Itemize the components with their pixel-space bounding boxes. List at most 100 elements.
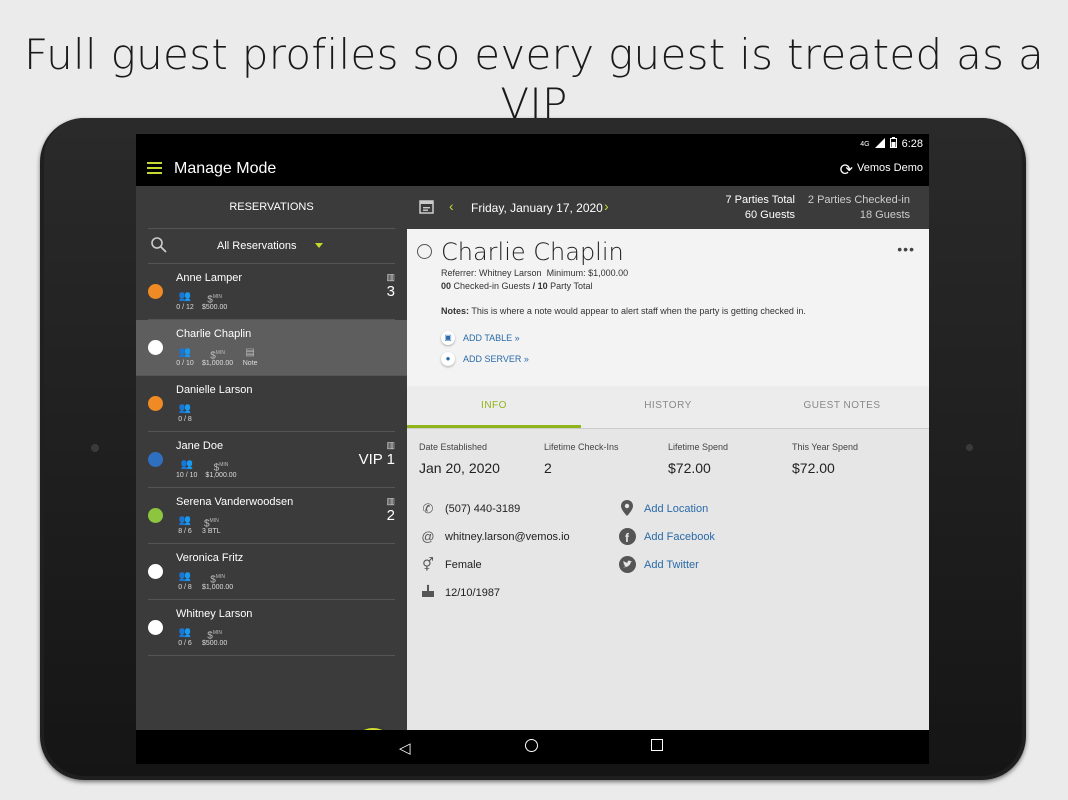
gender-icon: ⚥ — [422, 557, 434, 572]
add-location-label[interactable]: Add Location — [644, 503, 708, 515]
min-label: MIN — [209, 518, 219, 524]
guest-count: 0 / 8 — [178, 416, 192, 423]
profile-tabs: INFO HISTORY GUEST NOTES — [407, 386, 929, 429]
tab-info[interactable]: INFO — [407, 386, 581, 428]
dollar-icon: $MIN — [207, 294, 223, 306]
add-location-link[interactable]: Add Location — [618, 500, 708, 518]
reservation-meta: 👥 0 / 10 $MIN $1,000.00 ▤ Note — [176, 346, 259, 367]
phone-icon: ✆ — [422, 501, 434, 516]
battery-icon — [889, 137, 897, 151]
reservation-item[interactable]: Anne Lamper 👥 0 / 12 $MIN $500.00 ▥ 3 — [148, 264, 395, 320]
network-label: 4G — [860, 140, 870, 148]
device-screen: 4G 6:28 Manage Mode ⟳ Vemos Demo RESERVA… — [136, 134, 929, 764]
note-label: Note — [242, 360, 258, 367]
guests-icon: 👥 — [178, 571, 192, 582]
stat-value: $72.00 — [668, 460, 711, 476]
table-number: 2 — [386, 507, 395, 524]
add-twitter-label[interactable]: Add Twitter — [644, 559, 699, 571]
server-icon: ● — [441, 352, 455, 366]
status-dot — [148, 620, 163, 635]
refresh-icon[interactable]: ⟳ — [840, 160, 853, 180]
add-server-link[interactable]: ● ADD SERVER » — [441, 352, 529, 366]
chevron-down-icon[interactable] — [315, 243, 323, 248]
stat-value: 2 — [544, 460, 552, 476]
reservation-filter[interactable]: All Reservations — [148, 229, 395, 264]
stat-year-spend: This Year Spend $72.00 — [792, 442, 858, 476]
table-number: 3 — [386, 283, 395, 300]
reservation-meta: 👥 10 / 10 $MIN $1,000.00 — [176, 458, 237, 479]
party-total-count: 10 — [537, 281, 548, 291]
reservation-list: Anne Lamper 👥 0 / 12 $MIN $500.00 ▥ 3 Charlie C… — [136, 264, 407, 656]
tab-history[interactable]: HISTORY — [581, 386, 755, 428]
filter-label[interactable]: All Reservations — [217, 240, 296, 252]
email-value[interactable]: whitney.larson@vemos.io — [445, 531, 570, 543]
account-name[interactable]: Vemos Demo — [857, 162, 923, 174]
search-icon[interactable] — [150, 236, 168, 254]
tablet-sensor-right — [966, 444, 973, 451]
reservation-meta: 👥 0 / 8 — [176, 402, 194, 423]
checked-in-count: 00 — [441, 281, 452, 291]
reservation-name: Whitney Larson — [176, 608, 253, 620]
reservation-meta: 👥 0 / 8 $MIN $1,000.00 — [176, 570, 233, 591]
birthday-row: 12/10/1987 — [419, 584, 500, 602]
phone-value[interactable]: (507) 440-3189 — [445, 503, 520, 515]
add-table-label[interactable]: ADD TABLE » — [463, 333, 520, 343]
minimum-label: Minimum: — [546, 268, 586, 278]
status-dot — [148, 396, 163, 411]
notes-label: Notes: — [441, 306, 470, 316]
add-twitter-link[interactable]: Add Twitter — [618, 556, 699, 574]
minimum-value: $1,000.00 — [588, 268, 629, 278]
minimum-spend: $1,000.00 — [202, 584, 234, 591]
note-icon: ▤ — [245, 347, 255, 358]
location-pin-icon — [618, 500, 636, 518]
add-facebook-link[interactable]: f Add Facebook — [618, 528, 715, 546]
status-dot — [148, 564, 163, 579]
table-badge: ▥ 2 — [386, 496, 395, 524]
stat-lifetime-spend: Lifetime Spend $72.00 — [668, 442, 728, 476]
chair-icon: ▥ — [386, 496, 395, 506]
reservation-item[interactable]: Charlie Chaplin 👥 0 / 10 $MIN $1,000.00 ▤ Note — [136, 320, 407, 376]
gender-row: ⚥ Female — [419, 556, 482, 574]
recent-apps-icon[interactable] — [651, 739, 663, 751]
next-day-icon[interactable]: › — [604, 198, 609, 214]
back-icon[interactable]: ◁ — [399, 739, 411, 757]
reservation-item[interactable]: Jane Doe 👥 10 / 10 $MIN $1,000.00 ▥ VIP 1 — [148, 432, 395, 488]
stat-lifetime-checkins: Lifetime Check-Ins 2 — [544, 442, 619, 476]
guests-icon: 👥 — [178, 403, 192, 414]
guest-count: 0 / 10 — [176, 360, 194, 367]
add-table-link[interactable]: ▣ ADD TABLE » — [441, 331, 520, 345]
app-title: Manage Mode — [174, 160, 277, 177]
reservation-name: Serena Vanderwoodsen — [176, 496, 294, 508]
chair-icon: ▥ — [386, 272, 395, 282]
gender-value: Female — [445, 559, 482, 571]
reservation-name: Charlie Chaplin — [176, 328, 252, 340]
add-facebook-label[interactable]: Add Facebook — [644, 531, 715, 543]
add-server-label[interactable]: ADD SERVER » — [463, 354, 529, 364]
table-number: VIP 1 — [358, 451, 395, 468]
tab-guest-notes[interactable]: GUEST NOTES — [755, 386, 929, 428]
guests-checked-in: 18 Guests — [859, 209, 910, 221]
selected-date[interactable]: Friday, January 17, 2020 — [471, 201, 603, 215]
reservation-item[interactable]: Whitney Larson 👥 0 / 6 $MIN $500.00 — [148, 600, 395, 656]
calendar-icon[interactable] — [419, 199, 434, 214]
info-panel: Date Established Jan 20, 2020 Lifetime C… — [407, 429, 929, 730]
check-in-radio[interactable] — [417, 244, 432, 259]
previous-day-icon[interactable]: ‹ — [449, 198, 454, 214]
dollar-icon: $MIN — [207, 630, 223, 642]
home-icon[interactable] — [525, 739, 538, 752]
menu-icon[interactable] — [147, 162, 162, 174]
min-label: MIN — [219, 462, 229, 468]
email-row[interactable]: @ whitney.larson@vemos.io — [419, 528, 570, 546]
reservation-item[interactable]: Danielle Larson 👥 0 / 8 — [148, 376, 395, 432]
checkin-line: 00 Checked-in Guests / 10 Party Total — [441, 281, 593, 291]
more-options-icon[interactable]: ••• — [897, 241, 915, 257]
reservation-item[interactable]: Serena Vanderwoodsen 👥 8 / 6 $MIN 3 BTL ▥ 2 — [148, 488, 395, 544]
minimum-spend: $1,000.00 — [202, 360, 234, 367]
status-dot — [148, 508, 163, 523]
reservation-item[interactable]: Veronica Fritz 👥 0 / 8 $MIN $1,000.00 — [148, 544, 395, 600]
referrer-line: Referrer: Whitney Larson Minimum: $1,000… — [441, 268, 628, 278]
referrer-label: Referrer: — [441, 268, 477, 278]
birthday-value: 12/10/1987 — [445, 587, 501, 599]
phone-row[interactable]: ✆ (507) 440-3189 — [419, 500, 521, 518]
reservation-name: Veronica Fritz — [176, 552, 244, 564]
